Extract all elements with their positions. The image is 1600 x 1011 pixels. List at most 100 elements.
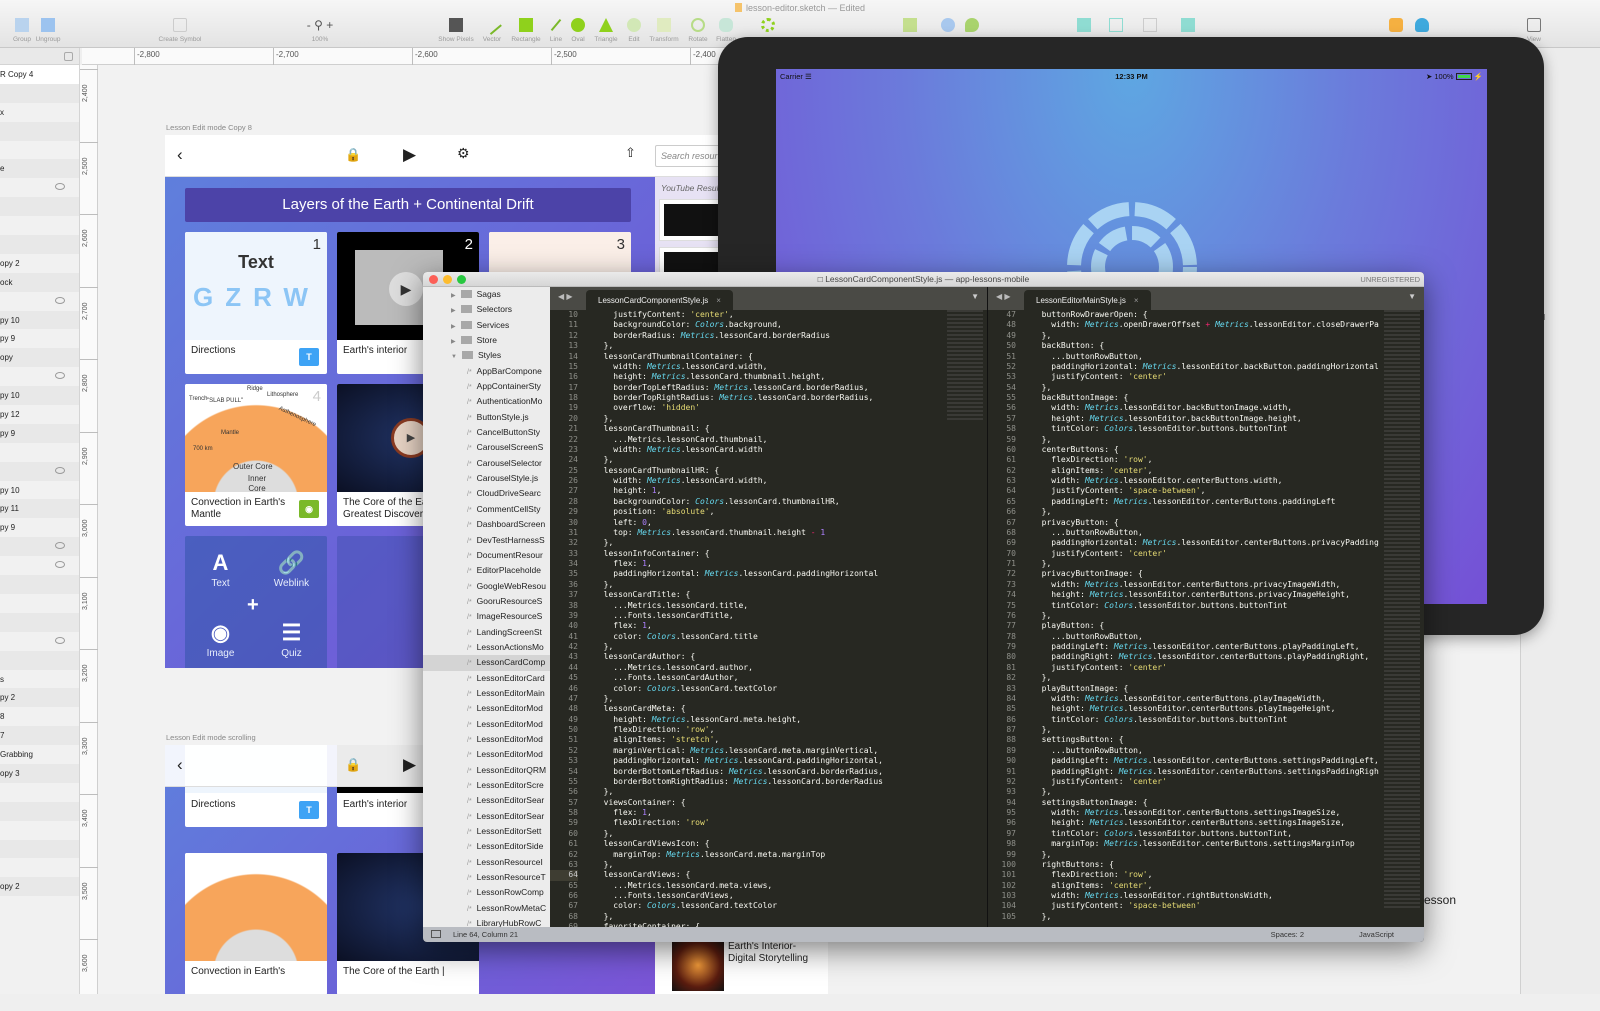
artboard-label[interactable]: Lesson Edit mode Copy 8 bbox=[166, 123, 252, 132]
disclosure-closed-icon[interactable]: ▶ bbox=[451, 308, 456, 314]
code-line[interactable]: 82 }, bbox=[988, 673, 1384, 683]
indentation-setting[interactable]: Spaces: 2 bbox=[1271, 927, 1304, 942]
code-line[interactable]: 87 }, bbox=[988, 725, 1384, 735]
disclosure-closed-icon[interactable]: ▶ bbox=[451, 324, 456, 330]
sidebar-file[interactable]: /* AppContainerSty bbox=[423, 379, 550, 394]
code-line[interactable]: 71 }, bbox=[988, 559, 1384, 569]
code-line[interactable]: 51 alignItems: 'stretch', bbox=[550, 735, 947, 745]
code-line[interactable]: 48 lessonCardMeta: { bbox=[550, 704, 947, 714]
back-chevron-icon[interactable]: ‹ bbox=[177, 145, 183, 165]
code-line[interactable]: 99 }, bbox=[988, 850, 1384, 860]
plus-icon[interactable]: + bbox=[247, 594, 259, 617]
visibility-eye-icon[interactable] bbox=[55, 542, 65, 550]
code-line[interactable]: 78 ...buttonRowButton, bbox=[988, 632, 1384, 642]
visibility-eye-icon[interactable] bbox=[55, 636, 65, 644]
code-line[interactable]: 53 justifyContent: 'center' bbox=[988, 372, 1384, 382]
code-line[interactable]: 84 width: Metrics.lessonEditor.centerBut… bbox=[988, 694, 1384, 704]
sidebar-file[interactable]: /* LessonResourceT bbox=[423, 870, 550, 885]
visibility-eye-icon[interactable] bbox=[55, 561, 65, 569]
share-icon[interactable]: ⇧ bbox=[625, 145, 636, 161]
layer-row[interactable]: 8 bbox=[0, 707, 79, 726]
code-line[interactable]: 97 tintColor: Colors.lessonEditor.button… bbox=[988, 829, 1384, 839]
layer-row[interactable]: R Copy 4 bbox=[0, 65, 79, 84]
code-line[interactable]: 58 flex: 1, bbox=[550, 808, 947, 818]
sidebar-file[interactable]: /* ButtonStyle.js bbox=[423, 410, 550, 425]
sidebar-file[interactable]: /* DashboardScreen bbox=[423, 517, 550, 532]
code-line[interactable]: 32 }, bbox=[550, 538, 947, 548]
code-line[interactable]: 64 lessonCardViews: { bbox=[550, 870, 947, 881]
code-line[interactable]: 19 overflow: 'hidden' bbox=[550, 403, 947, 413]
code-line[interactable]: 61 flexDirection: 'row', bbox=[988, 455, 1384, 465]
sidebar-file[interactable]: /* LessonEditorMod bbox=[423, 701, 550, 716]
code-editor-right[interactable]: 47 buttonRowDrawerOpen: {48 width: Metri… bbox=[988, 310, 1384, 927]
sidebar-file[interactable]: /* EditorPlaceholde bbox=[423, 563, 550, 578]
layer-row[interactable]: 7 bbox=[0, 726, 79, 746]
layer-row[interactable] bbox=[0, 650, 79, 670]
code-line[interactable]: 65 ...Metrics.lessonCard.meta.views, bbox=[550, 881, 947, 891]
code-line[interactable]: 22 ...Metrics.lessonCard.thumbnail, bbox=[550, 435, 947, 445]
sidebar-file[interactable]: /* LessonEditorCard bbox=[423, 671, 550, 686]
layer-row[interactable] bbox=[0, 632, 79, 651]
code-line[interactable]: 54 }, bbox=[988, 383, 1384, 393]
add-text-option[interactable]: A Text bbox=[185, 550, 256, 589]
code-line[interactable]: 57 height: Metrics.lessonEditor.backButt… bbox=[988, 414, 1384, 424]
visibility-eye-icon[interactable] bbox=[55, 466, 65, 474]
code-line[interactable]: 37 lessonCardTitle: { bbox=[550, 590, 947, 600]
code-line[interactable]: 66 }, bbox=[988, 507, 1384, 517]
play-icon[interactable]: ▶ bbox=[403, 755, 416, 775]
minimap[interactable] bbox=[1384, 310, 1420, 910]
layer-row[interactable] bbox=[0, 367, 79, 386]
tab-lesson-editor-main-style[interactable]: LessonEditorMainStyle.js × bbox=[1024, 290, 1151, 310]
sidebar-file[interactable]: /* LessonEditorScre bbox=[423, 778, 550, 793]
layer-row[interactable]: opy 3 bbox=[0, 763, 79, 783]
layer-row[interactable] bbox=[0, 594, 79, 613]
code-line[interactable]: 36 }, bbox=[550, 580, 947, 590]
code-line[interactable]: 16 height: Metrics.lessonCard.thumbnail.… bbox=[550, 372, 947, 382]
code-line[interactable]: 62 alignItems: 'center', bbox=[988, 466, 1384, 476]
code-line[interactable]: 29 position: 'absolute', bbox=[550, 507, 947, 517]
code-line[interactable]: 35 paddingHorizontal: Metrics.lessonCard… bbox=[550, 569, 947, 579]
layer-row[interactable]: e bbox=[0, 159, 79, 179]
code-line[interactable]: 104 justifyContent: 'space-between' bbox=[988, 901, 1384, 911]
lesson-card[interactable]: Trench "SLAB PULL" Ridge Lithosphere Ast… bbox=[185, 384, 327, 526]
maximize-window-button[interactable] bbox=[457, 275, 466, 284]
sidebar-file[interactable]: /* CloudDriveSearc bbox=[423, 486, 550, 501]
code-line[interactable]: 38 ...Metrics.lessonCard.title, bbox=[550, 601, 947, 611]
layer-row[interactable]: opy bbox=[0, 348, 79, 368]
layer-row[interactable] bbox=[0, 461, 79, 481]
layer-row[interactable]: py 10 bbox=[0, 481, 79, 500]
tab-dropdown-icon[interactable]: ▼ bbox=[1408, 292, 1416, 301]
code-line[interactable]: 61 lessonCardViewsIcon: { bbox=[550, 839, 947, 849]
code-line[interactable]: 11 backgroundColor: Colors.background, bbox=[550, 320, 947, 330]
sidebar-file[interactable]: /* LessonRowMetaC bbox=[423, 901, 550, 916]
code-line[interactable]: 28 backgroundColor: Colors.lessonCard.th… bbox=[550, 497, 947, 507]
code-line[interactable]: 67 color: Colors.lessonCard.textColor bbox=[550, 901, 947, 911]
layer-row[interactable] bbox=[0, 235, 79, 254]
code-line[interactable]: 14 lessonCardThumbnailContainer: { bbox=[550, 352, 947, 362]
code-line[interactable]: 12 borderRadius: Metrics.lessonCard.bord… bbox=[550, 331, 947, 341]
sidebar-file[interactable]: /* CarouselScreenS bbox=[423, 440, 550, 455]
blob-tool[interactable] bbox=[950, 18, 994, 36]
code-line[interactable]: 51 ...buttonRowButton, bbox=[988, 352, 1384, 362]
lesson-title[interactable]: Layers of the Earth + Continental Drift bbox=[185, 188, 631, 222]
layer-row[interactable] bbox=[0, 858, 79, 877]
code-line[interactable]: 39 ...Fonts.lessonCardTitle, bbox=[550, 611, 947, 621]
sidebar-file[interactable]: /* LessonEditorQRM bbox=[423, 763, 550, 778]
code-line[interactable]: 101 flexDirection: 'row', bbox=[988, 870, 1384, 880]
layer-row[interactable] bbox=[0, 141, 79, 160]
code-line[interactable]: 50 backButton: { bbox=[988, 341, 1384, 351]
code-line[interactable]: 25 lessonCardThumbnailHR: { bbox=[550, 466, 947, 476]
sidebar-file[interactable]: /* ImageResourceS bbox=[423, 609, 550, 624]
sidebar-folder[interactable]: ▶ Store bbox=[423, 333, 550, 348]
syntax-selector[interactable]: JavaScript bbox=[1359, 927, 1394, 942]
sidebar-file[interactable]: /* LessonEditorMod bbox=[423, 717, 550, 732]
code-editor-left[interactable]: 10 justifyContent: 'center', 11 backgroun… bbox=[550, 310, 947, 927]
code-line[interactable]: 70 justifyContent: 'center' bbox=[988, 549, 1384, 559]
layer-row[interactable]: Grabbing bbox=[0, 745, 79, 764]
code-line[interactable]: 15 width: Metrics.lessonCard.width, bbox=[550, 362, 947, 372]
sidebar-file[interactable]: /* LessonEditorSide bbox=[423, 839, 550, 854]
sidebar-file[interactable]: /* GoogleWebResou bbox=[423, 579, 550, 594]
sidebar-folder[interactable]: ▶ Selectors bbox=[423, 302, 550, 317]
code-line[interactable]: 52 marginVertical: Metrics.lessonCard.me… bbox=[550, 746, 947, 756]
layer-row[interactable] bbox=[0, 575, 79, 594]
